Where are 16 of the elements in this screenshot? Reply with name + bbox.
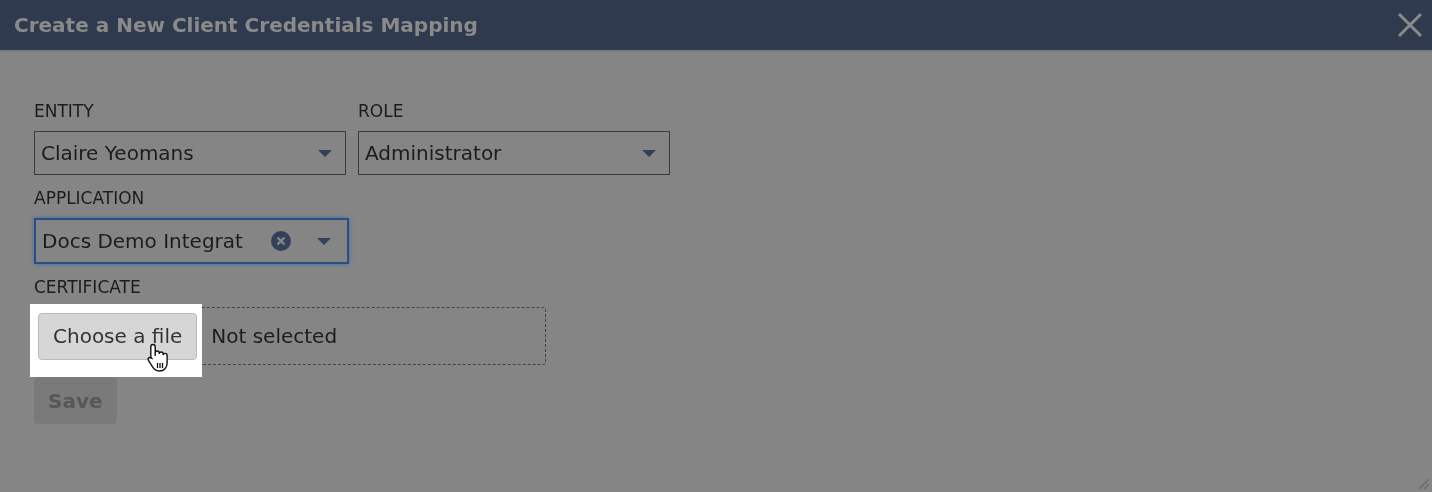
field-label: CERTIFICATE [34,276,142,298]
resize-grip-icon[interactable] [1416,476,1430,490]
dropdown[interactable]: Claire Yeomans [34,131,346,175]
clear-icon[interactable] [270,230,292,252]
caret-icon [641,148,657,158]
field-label: ENTITY [34,100,95,122]
dialog-title: Create a New Client Credentials Mapping [14,13,478,37]
field-label: ROLE [358,100,405,122]
dropdown[interactable]: Docs Demo Integrat [34,218,349,264]
field-label: APPLICATION [34,187,146,209]
caret-icon [317,148,333,158]
close-icon[interactable] [1397,12,1423,38]
choose-file-button[interactable]: Choose a file [38,312,198,360]
file-status: Not selected [211,324,338,348]
dropdown[interactable]: Administrator [358,131,670,175]
caret-icon [316,236,332,246]
